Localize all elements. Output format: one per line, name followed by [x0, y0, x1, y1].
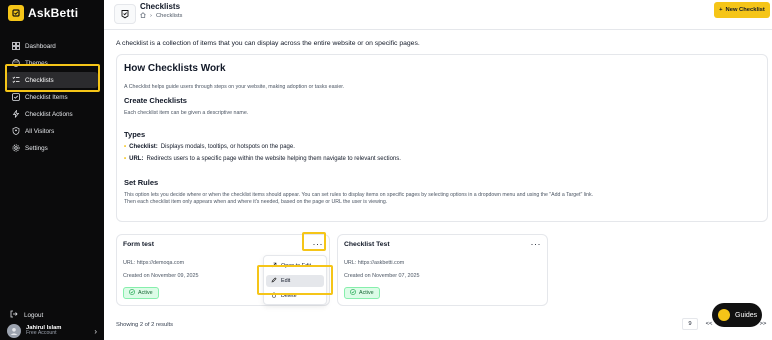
card-url: URL: https://demoqa.com — [123, 260, 185, 266]
type-text: Redirects users to a specific page withi… — [146, 156, 401, 162]
bullet-dot: • — [124, 144, 127, 150]
sidebar: AskBetti Dashboard Themes Checklists Che… — [0, 0, 104, 340]
more-options-icon[interactable]: ··· — [531, 240, 542, 249]
gear-icon — [12, 144, 20, 152]
rules-line-2: Then each checklist item only appears wh… — [124, 198, 388, 205]
user-menu[interactable]: Jahirul Islam Free Account › — [7, 324, 97, 338]
sidebar-item-label: Dashboard — [25, 42, 56, 50]
brand-logo-icon — [8, 5, 24, 21]
shield-user-icon — [12, 127, 20, 135]
type-text: Displays modals, tooltips, or hotspots o… — [160, 144, 295, 150]
sidebar-item-dashboard[interactable]: Dashboard — [6, 38, 98, 54]
page-size-value: 9 — [688, 321, 692, 327]
check-circle-icon — [129, 289, 135, 297]
sidebar-item-all-visitors[interactable]: All Visitors — [6, 123, 98, 139]
card-date: Created on November 09, 2025 — [123, 273, 199, 279]
type-name: URL: — [129, 156, 144, 162]
sidebar-item-checklist-actions[interactable]: Checklist Actions — [6, 106, 98, 122]
chevron-right-icon: › — [150, 13, 152, 19]
card-date: Created on November 07, 2025 — [344, 273, 420, 279]
logout-label: Logout — [24, 311, 44, 319]
brand[interactable]: AskBetti — [8, 4, 78, 22]
user-plan: Free Account — [26, 330, 57, 337]
types-title: Types — [124, 130, 146, 139]
create-title: Create Checklists — [124, 96, 187, 105]
sidebar-item-label: Checklist Items — [25, 93, 68, 101]
chevron-right-icon: › — [94, 326, 97, 336]
how-title: How Checklists Work — [124, 63, 226, 74]
sidebar-item-label: All Visitors — [25, 127, 55, 135]
highlight-box — [5, 64, 100, 92]
results-count: Showing 2 of 2 results — [116, 322, 174, 328]
new-checklist-button[interactable]: + New Checklist — [714, 2, 770, 18]
check-circle-icon — [350, 289, 356, 297]
page-title: Checklists — [140, 2, 181, 11]
how-it-works-card: How Checklists Work A Checklist helps gu… — [116, 54, 768, 222]
status-badge: Active — [344, 287, 380, 299]
home-icon[interactable] — [140, 12, 146, 20]
bullet-dot: • — [124, 156, 127, 162]
highlight-box — [257, 265, 333, 295]
breadcrumb-current: Checklists — [155, 13, 183, 19]
page-size-select[interactable]: 9 — [682, 318, 698, 330]
type-row-checklist: • Checklist: Displays modals, tooltips, … — [124, 144, 760, 150]
breadcrumb: › Checklists — [140, 12, 182, 20]
sidebar-item-label: Checklist Actions — [25, 110, 73, 118]
new-checklist-label: New Checklist — [725, 7, 765, 13]
checklist-page-icon — [114, 4, 136, 24]
rules-line-1: This option lets you decide where or whe… — [124, 192, 594, 198]
type-row-url: • URL: Redirects users to a specific pag… — [124, 156, 760, 162]
rules-title: Set Rules — [124, 178, 159, 187]
grid-icon — [12, 42, 20, 50]
user-info: Jahirul Islam Free Account — [26, 325, 89, 337]
avatar — [7, 324, 21, 338]
sidebar-nav: Dashboard Themes Checklists Checklist It… — [6, 38, 98, 157]
create-text: Each checklist item can be given a descr… — [124, 110, 249, 116]
logout-button[interactable]: Logout — [10, 310, 43, 320]
type-name: Checklist: — [129, 144, 158, 150]
brand-name: AskBetti — [28, 6, 79, 20]
card-title: Checklist Test — [344, 241, 390, 248]
intro-text: A checklist is a collection of items tha… — [116, 40, 420, 47]
status-label: Active — [138, 290, 153, 296]
highlight-box — [302, 232, 326, 251]
card-title: Form test — [123, 241, 154, 248]
sidebar-item-label: Settings — [25, 144, 48, 152]
logout-icon — [10, 310, 18, 320]
plus-icon: + — [719, 7, 723, 13]
lightning-icon — [12, 110, 20, 118]
card-url: URL: https://askbetti.com — [344, 260, 405, 266]
sidebar-item-settings[interactable]: Settings — [6, 140, 98, 156]
how-lead: A Checklist helps guide users through st… — [124, 84, 345, 90]
guides-icon — [718, 309, 730, 321]
status-label: Active — [359, 290, 374, 296]
guides-label: Guides — [735, 311, 758, 319]
checklist-card[interactable]: Checklist Test ··· URL: https://askbetti… — [337, 234, 548, 306]
guides-button[interactable]: Guides — [712, 303, 762, 327]
status-badge: Active — [123, 287, 159, 299]
page-header: Checklists › Checklists + New Checklist — [104, 0, 772, 30]
check-square-icon — [12, 93, 20, 101]
